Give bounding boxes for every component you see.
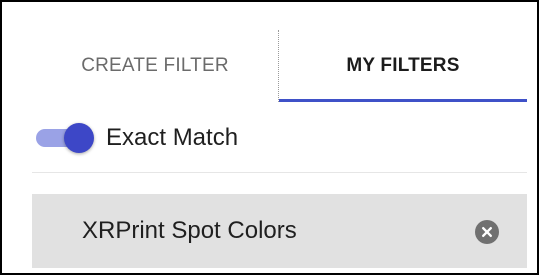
toggle-thumb <box>64 122 94 153</box>
close-circle-icon[interactable] <box>475 220 499 244</box>
saved-filter-name: XRPrint Spot Colors <box>82 217 297 244</box>
tab-create-filter-label: CREATE FILTER <box>81 55 229 76</box>
saved-filter-item[interactable]: XRPrint Spot Colors <box>32 194 527 268</box>
filter-panel: CREATE FILTER MY FILTERS Exact Match XRP… <box>0 0 539 275</box>
exact-match-label: Exact Match <box>106 123 239 151</box>
tab-my-filters[interactable]: MY FILTERS <box>279 30 527 102</box>
tab-my-filters-label: MY FILTERS <box>346 55 460 76</box>
tab-create-filter[interactable]: CREATE FILTER <box>32 30 278 102</box>
exact-match-toggle[interactable] <box>36 121 94 155</box>
filter-tabs: CREATE FILTER MY FILTERS <box>32 30 527 102</box>
active-tab-indicator <box>279 99 527 102</box>
divider <box>32 172 527 173</box>
exact-match-row: Exact Match <box>32 115 527 160</box>
